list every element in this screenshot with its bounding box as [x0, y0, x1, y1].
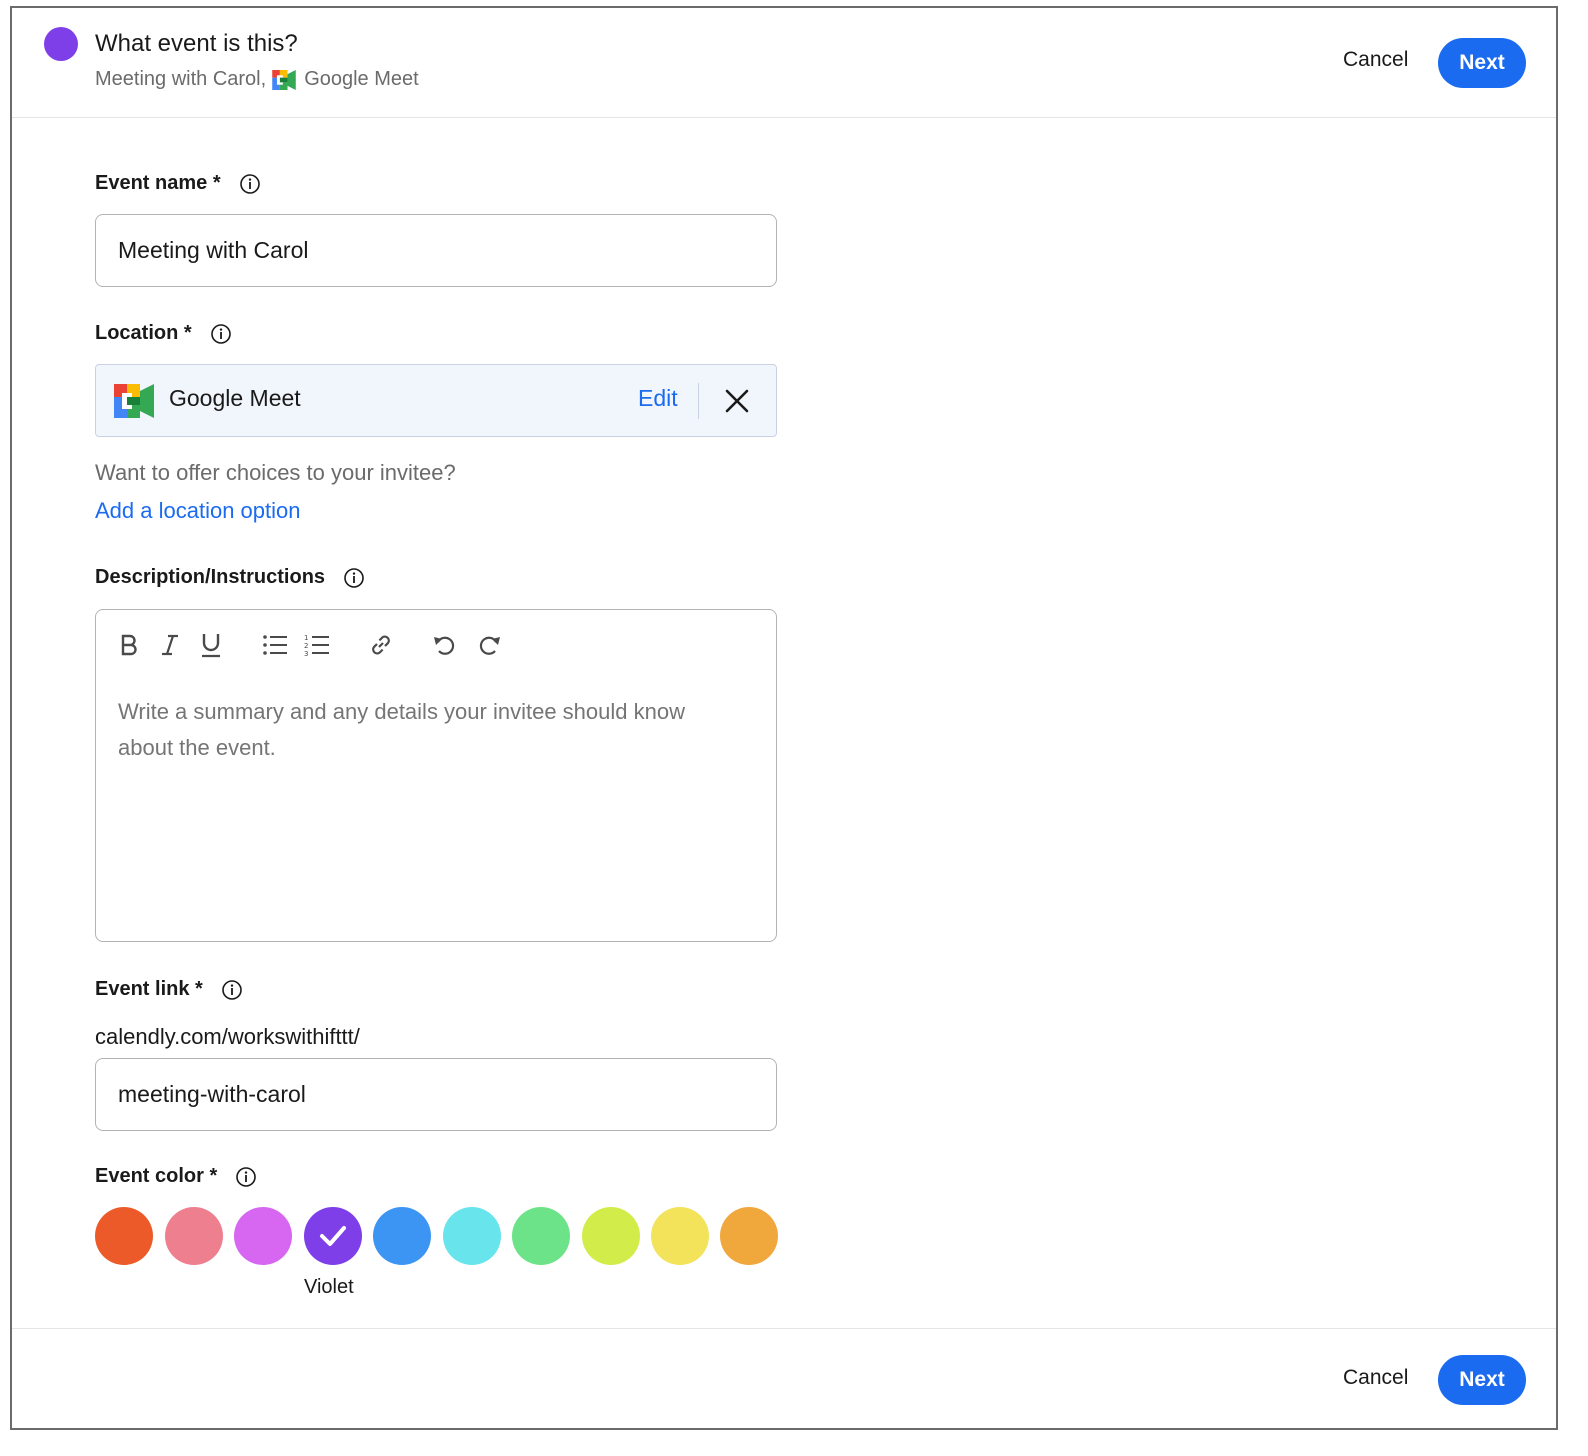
page-title: What event is this?	[95, 30, 298, 57]
add-location-option-link[interactable]: Add a location option	[95, 498, 301, 524]
panel-header: What event is this? Meeting with Carol, …	[12, 8, 1556, 118]
event-color-label: Event color *	[95, 1165, 257, 1188]
footer-cancel-button[interactable]: Cancel	[1343, 1366, 1408, 1390]
divider	[698, 383, 699, 419]
color-swatch-magenta[interactable]	[234, 1207, 292, 1265]
color-swatch-violet[interactable]	[304, 1207, 362, 1265]
description-label-text: Description/Instructions	[95, 566, 326, 588]
underline-icon[interactable]	[196, 630, 226, 660]
link-icon[interactable]	[366, 630, 396, 660]
description-placeholder: Write a summary and any details your inv…	[118, 699, 685, 760]
close-icon[interactable]	[724, 388, 750, 414]
event-link-input[interactable]: meeting-with-carol	[95, 1058, 777, 1131]
info-icon[interactable]	[235, 1166, 257, 1188]
info-icon[interactable]	[343, 567, 365, 589]
color-swatch-pink[interactable]	[165, 1207, 223, 1265]
summary-location: Google Meet	[304, 68, 419, 90]
summary-event-name: Meeting with Carol,	[95, 68, 267, 90]
google-meet-icon	[272, 69, 296, 90]
event-link-prefix: calendly.com/workswithifttt/	[95, 1024, 360, 1049]
event-link-label: Event link *	[95, 978, 243, 1001]
color-swatch-yellow[interactable]	[651, 1207, 709, 1265]
description-editor[interactable]: 123 Write a summary and any details your…	[95, 609, 777, 942]
color-swatch-orange-red[interactable]	[95, 1207, 153, 1265]
svg-text:2: 2	[304, 642, 308, 650]
numbered-list-icon[interactable]: 123	[302, 630, 332, 660]
cancel-button[interactable]: Cancel	[1343, 48, 1408, 72]
svg-text:1: 1	[304, 634, 308, 642]
event-name-label-text: Event name *	[95, 172, 221, 194]
location-helper-text: Want to offer choices to your invitee?	[95, 460, 456, 485]
event-color-label-text: Event color *	[95, 1165, 218, 1187]
event-setup-panel: What event is this? Meeting with Carol, …	[10, 6, 1558, 1430]
info-icon[interactable]	[221, 979, 243, 1001]
info-icon[interactable]	[210, 323, 232, 345]
footer-next-button[interactable]: Next	[1438, 1355, 1526, 1405]
event-link-label-text: Event link *	[95, 978, 203, 1000]
color-swatch-cyan[interactable]	[443, 1207, 501, 1265]
google-meet-icon	[114, 384, 154, 418]
redo-icon[interactable]	[474, 630, 504, 660]
location-label-text: Location *	[95, 322, 192, 344]
location-label: Location *	[95, 322, 232, 345]
undo-icon[interactable]	[430, 630, 460, 660]
color-swatch-orange[interactable]	[720, 1207, 778, 1265]
italic-icon[interactable]	[155, 630, 185, 660]
event-name-label: Event name *	[95, 172, 261, 195]
color-swatch-lime[interactable]	[582, 1207, 640, 1265]
bullet-list-icon[interactable]	[260, 630, 290, 660]
panel-footer: Cancel Next	[12, 1328, 1556, 1430]
selected-color-label: Violet	[304, 1276, 354, 1298]
event-summary: Meeting with Carol, Google Meet	[95, 68, 419, 91]
info-icon[interactable]	[239, 173, 261, 195]
color-swatch-green[interactable]	[512, 1207, 570, 1265]
location-name: Google Meet	[169, 385, 301, 411]
color-swatch-blue[interactable]	[373, 1207, 431, 1265]
description-label: Description/Instructions	[95, 566, 365, 589]
event-color-dot	[44, 27, 78, 61]
event-name-input[interactable]: Meeting with Carol	[95, 214, 777, 287]
next-button[interactable]: Next	[1438, 38, 1526, 88]
svg-text:3: 3	[304, 650, 308, 657]
bold-icon[interactable]	[114, 630, 144, 660]
check-icon	[320, 1226, 346, 1246]
location-selection: Google Meet Edit	[95, 364, 777, 437]
edit-location-link[interactable]: Edit	[638, 385, 678, 412]
